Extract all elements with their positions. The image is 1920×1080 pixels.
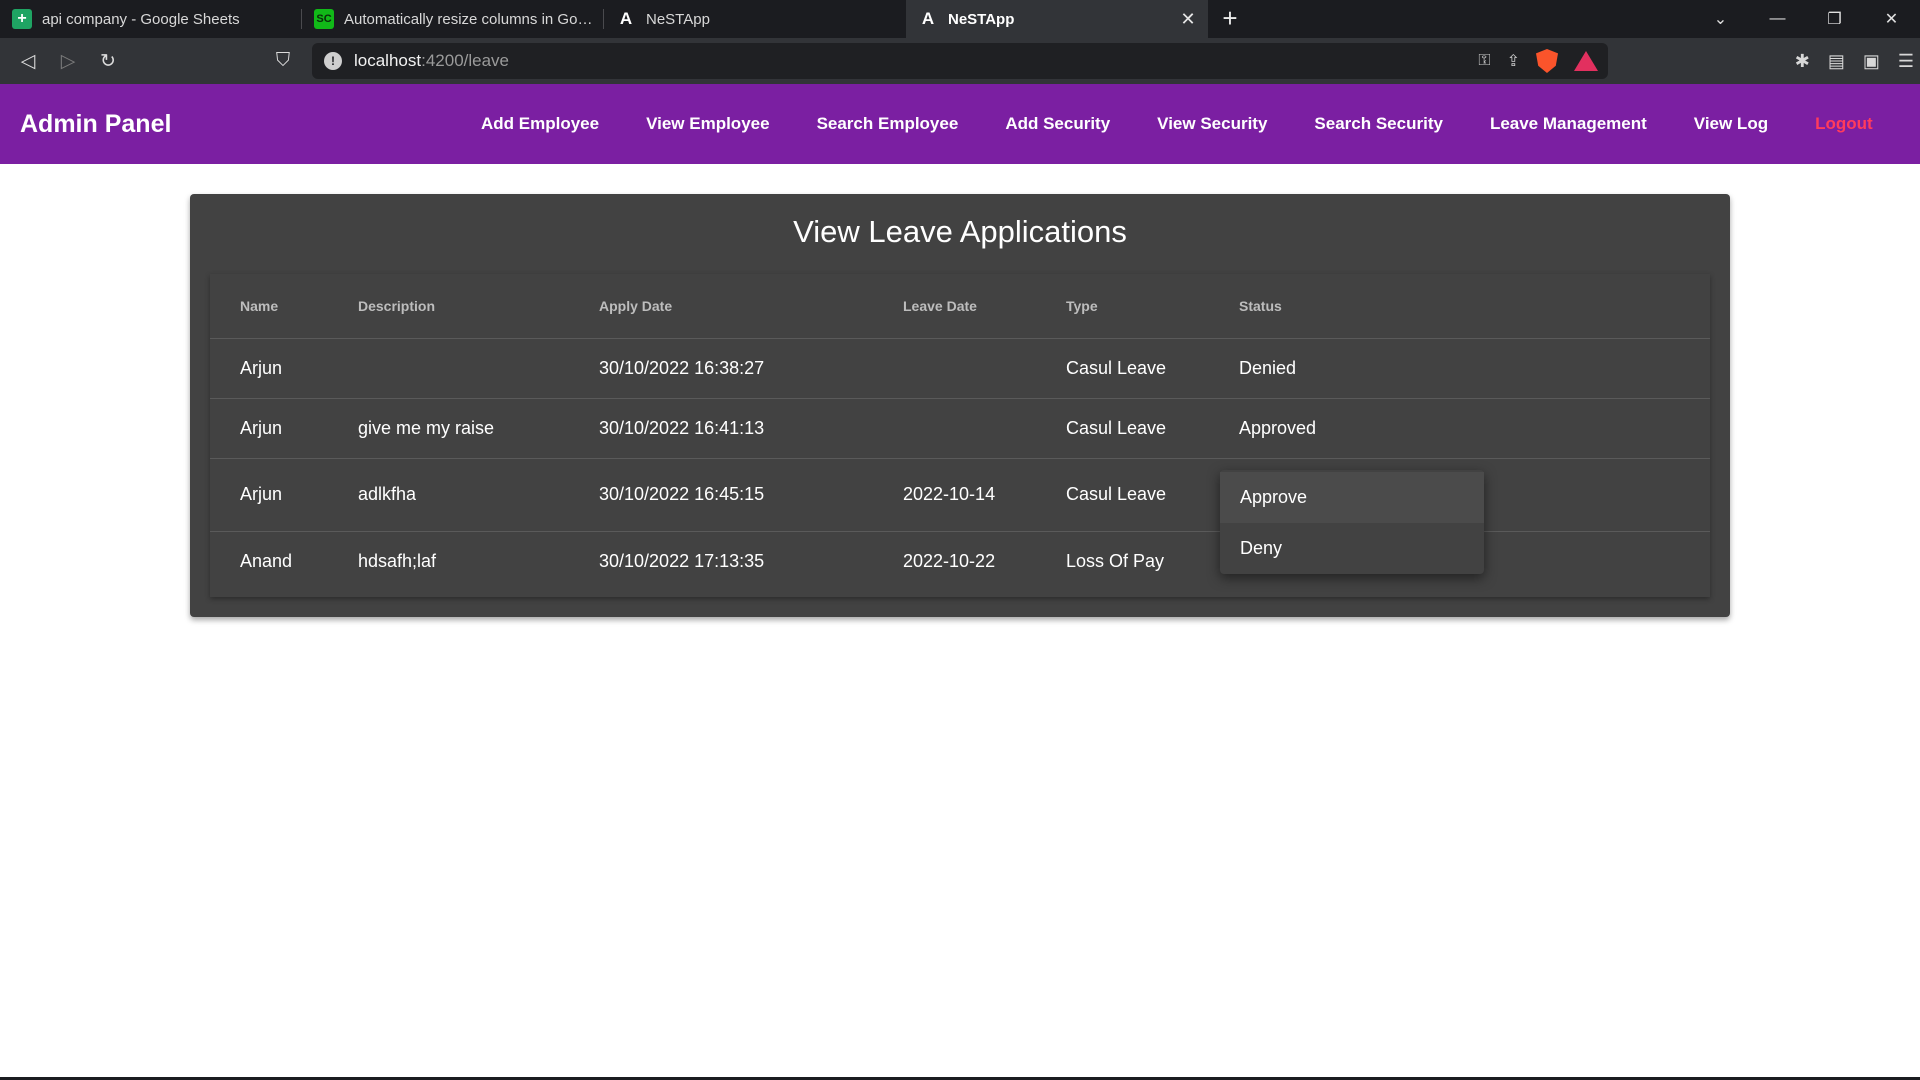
google-sheets-icon: + bbox=[12, 9, 32, 29]
column-header-apply-date: Apply Date bbox=[599, 274, 903, 339]
cell-leave-date: 2022-10-22 bbox=[903, 550, 996, 571]
sc-site-icon: SC bbox=[314, 9, 334, 29]
cell-description: hdsafh;laf bbox=[358, 550, 437, 571]
cell-type: Loss Of Pay bbox=[1066, 550, 1165, 571]
url-host: localhost bbox=[354, 51, 422, 70]
new-tab-button[interactable]: + bbox=[1208, 0, 1252, 38]
cell-name: Arjun bbox=[210, 338, 358, 399]
cell-status: Approved bbox=[1239, 398, 1710, 459]
logout-link[interactable]: Logout bbox=[1815, 114, 1873, 134]
cell-leave-date: 2022-10-14 bbox=[903, 458, 1066, 532]
site-info-icon[interactable]: ! bbox=[324, 52, 342, 70]
cell-leave-date bbox=[903, 338, 1066, 399]
table-row: Arjun 30/10/2022 16:38:27 Casul Leave De… bbox=[210, 338, 1710, 399]
url-path: :4200/leave bbox=[421, 51, 510, 70]
cell-type: Casul Leave bbox=[1066, 338, 1239, 399]
browser-tab-nestapp-active[interactable]: A NeSTApp ✕ bbox=[906, 0, 1208, 38]
angular-icon: A bbox=[619, 9, 633, 28]
nav-leave-management[interactable]: Leave Management bbox=[1490, 114, 1647, 134]
browser-toolbar-actions: ✱ ▤ ▣ ☰ bbox=[1795, 38, 1914, 84]
table-row: Arjun give me my raise 30/10/2022 16:41:… bbox=[210, 398, 1710, 459]
cell-type: Casul Leave bbox=[1066, 398, 1239, 459]
nav-view-employee[interactable]: View Employee bbox=[646, 114, 769, 134]
nav-view-log[interactable]: View Log bbox=[1694, 114, 1768, 134]
column-header-status: Status bbox=[1239, 274, 1710, 339]
angular-icon: A bbox=[921, 9, 935, 28]
column-header-name: Name bbox=[210, 274, 358, 339]
restore-icon[interactable]: ❐ bbox=[1806, 0, 1863, 38]
nav-links: Add Employee View Employee Search Employ… bbox=[481, 84, 1873, 164]
status-dropdown-menu: Approve Deny bbox=[1220, 470, 1484, 574]
table-row: Anand hdsafh;laf 30/10/2022 17:13:35 202… bbox=[210, 531, 1710, 591]
share-icon[interactable]: ⇪ bbox=[1507, 51, 1520, 71]
cell-name: Anand bbox=[240, 550, 293, 571]
table-row: Arjun adlkfha 30/10/2022 16:45:15 2022-1… bbox=[210, 458, 1710, 532]
browser-tab-resize-columns[interactable]: SC Automatically resize columns in Goog bbox=[302, 0, 604, 38]
extensions-icon[interactable]: ✱ bbox=[1795, 51, 1810, 72]
cell-status: Denied bbox=[1239, 338, 1710, 399]
column-header-type: Type bbox=[1066, 274, 1239, 339]
column-header-leave-date: Leave Date bbox=[903, 274, 1066, 339]
option-deny[interactable]: Deny bbox=[1220, 523, 1484, 574]
leave-table-container: Name Description Apply Date Leave Date T… bbox=[210, 274, 1710, 597]
cell-apply-date: 30/10/2022 17:13:35 bbox=[599, 550, 765, 571]
tab-title: api company - Google Sheets bbox=[42, 10, 240, 28]
browser-tab-strip: + api company - Google Sheets SC Automat… bbox=[0, 0, 1920, 38]
brave-rewards-icon[interactable] bbox=[1574, 51, 1598, 71]
nav-add-employee[interactable]: Add Employee bbox=[481, 114, 599, 134]
app-navbar: Admin Panel Add Employee View Employee S… bbox=[0, 84, 1920, 164]
reload-icon[interactable]: ↻ bbox=[88, 41, 128, 81]
close-tab-icon[interactable]: ✕ bbox=[1178, 9, 1198, 29]
browser-tab-nestapp[interactable]: A NeSTApp bbox=[604, 0, 906, 38]
window-controls: ⌄ — ❐ ✕ bbox=[1692, 0, 1920, 38]
cell-description: adlkfha bbox=[358, 458, 599, 532]
cell-leave-date bbox=[903, 398, 1066, 459]
menu-icon[interactable]: ☰ bbox=[1898, 51, 1914, 72]
option-approve[interactable]: Approve bbox=[1220, 472, 1484, 523]
column-header-description: Description bbox=[358, 274, 599, 339]
brand-title[interactable]: Admin Panel bbox=[20, 110, 171, 139]
browser-toolbar: ◁ ▷ ↻ ⛉ ! localhost:4200/leave ⚿ ⇪ ✱ ▤ ▣… bbox=[0, 38, 1920, 84]
sidebar-icon[interactable]: ▤ bbox=[1828, 51, 1845, 72]
leave-applications-card: View Leave Applications Name Description… bbox=[190, 194, 1730, 617]
close-window-icon[interactable]: ✕ bbox=[1863, 0, 1920, 38]
nav-search-employee[interactable]: Search Employee bbox=[817, 114, 959, 134]
table-header-row: Name Description Apply Date Leave Date T… bbox=[210, 274, 1710, 339]
minimize-icon[interactable]: — bbox=[1749, 0, 1806, 38]
back-icon[interactable]: ◁ bbox=[8, 41, 48, 81]
cell-name: Arjun bbox=[210, 398, 358, 459]
tab-title: NeSTApp bbox=[948, 10, 1015, 28]
brave-shields-icon[interactable] bbox=[1536, 49, 1558, 73]
wallet-icon[interactable]: ▣ bbox=[1863, 51, 1880, 72]
nav-view-security[interactable]: View Security bbox=[1157, 114, 1267, 134]
tab-title: Automatically resize columns in Goog bbox=[344, 10, 594, 28]
forward-icon[interactable]: ▷ bbox=[48, 41, 88, 81]
cell-description bbox=[358, 338, 599, 399]
key-icon[interactable]: ⚿ bbox=[1478, 52, 1490, 70]
leave-table: Name Description Apply Date Leave Date T… bbox=[210, 274, 1710, 591]
cell-apply-date: 30/10/2022 16:45:15 bbox=[599, 458, 903, 532]
nav-search-security[interactable]: Search Security bbox=[1314, 114, 1443, 134]
cell-type: Casul Leave bbox=[1066, 458, 1239, 532]
address-bar[interactable]: ! localhost:4200/leave ⚿ ⇪ bbox=[312, 43, 1608, 79]
tab-search-chevron-icon[interactable]: ⌄ bbox=[1692, 0, 1749, 38]
cell-name: Arjun bbox=[210, 458, 358, 532]
bookmark-icon[interactable]: ⛉ bbox=[263, 41, 303, 81]
cell-apply-date: 30/10/2022 16:38:27 bbox=[599, 338, 903, 399]
nav-add-security[interactable]: Add Security bbox=[1005, 114, 1110, 134]
page-title: View Leave Applications bbox=[793, 214, 1127, 249]
browser-tab-google-sheets[interactable]: + api company - Google Sheets bbox=[0, 0, 302, 38]
address-bar-actions: ⚿ ⇪ bbox=[1478, 43, 1598, 79]
cell-apply-date: 30/10/2022 16:41:13 bbox=[599, 398, 903, 459]
cell-description: give me my raise bbox=[358, 398, 599, 459]
tab-title: NeSTApp bbox=[646, 10, 710, 28]
